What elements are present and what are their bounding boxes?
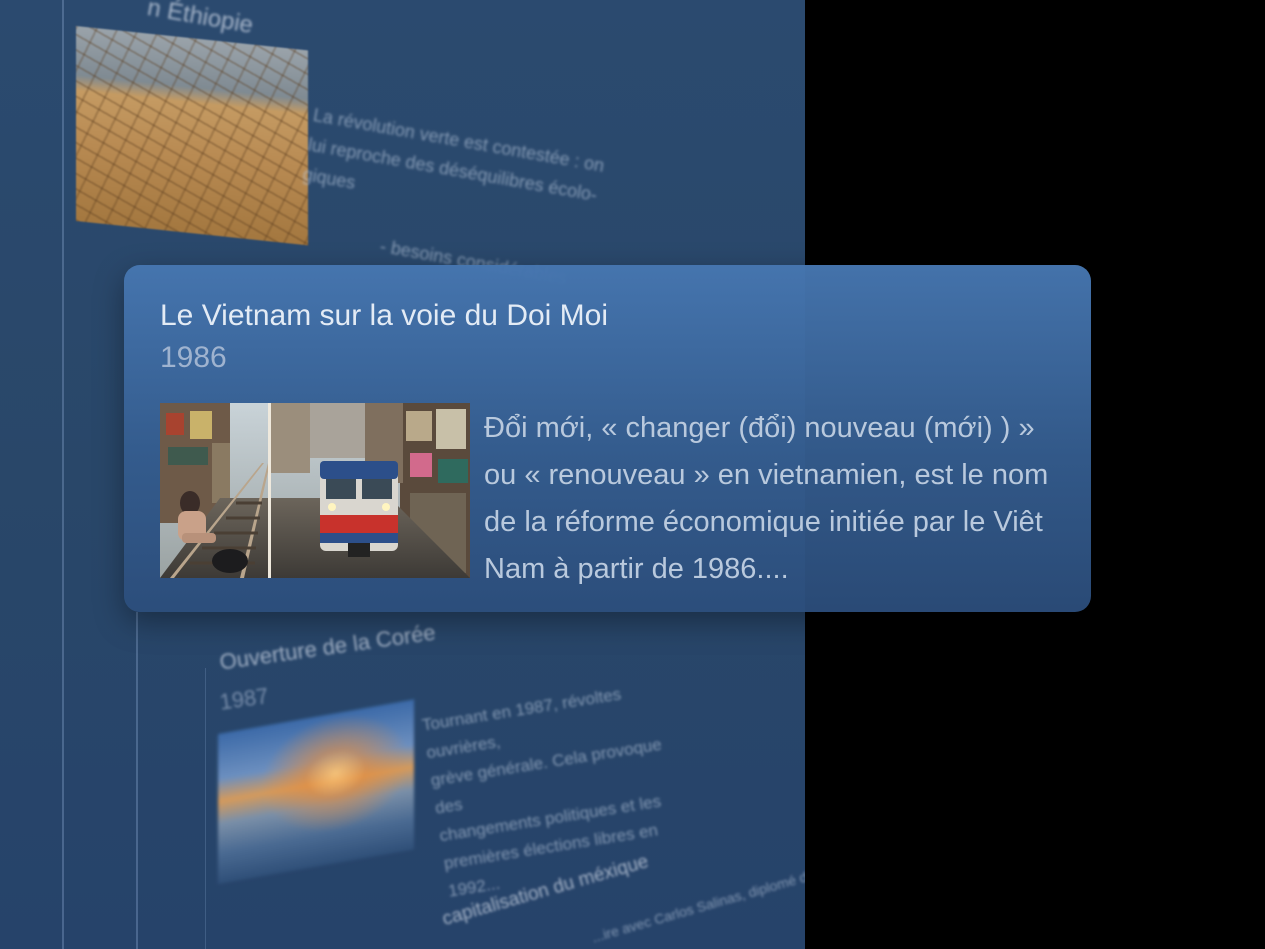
event-year-coree: 1987 [218, 683, 270, 715]
event-card-title: Le Vietnam sur la voie du Doi Moi [160, 299, 609, 332]
event-card-year: 1986 [160, 341, 227, 374]
timeline-branch-line [205, 668, 206, 949]
timeline-line [62, 0, 64, 949]
event-card-vietnam[interactable]: Le Vietnam sur la voie du Doi Moi 1986 Đ… [124, 265, 1091, 612]
event-image-desert[interactable] [76, 26, 308, 246]
event-description-coree: Tournant en 1987, révoltes ouvrières, gr… [420, 671, 707, 905]
event-card-description: Đổi mới, « changer (đổi) nouveau (mới) )… [484, 412, 1049, 585]
event-card-image-train [160, 403, 470, 578]
event-description-ethiopie: La révolution verte est contestée : on l… [300, 100, 611, 241]
timeline-screen: n Éthiopie La révolution verte est conte… [0, 0, 1265, 949]
event-title-coree[interactable]: Ouverture de la Corée [218, 620, 437, 676]
event-image-city[interactable] [218, 699, 414, 884]
timeline-branch-line [136, 612, 138, 949]
